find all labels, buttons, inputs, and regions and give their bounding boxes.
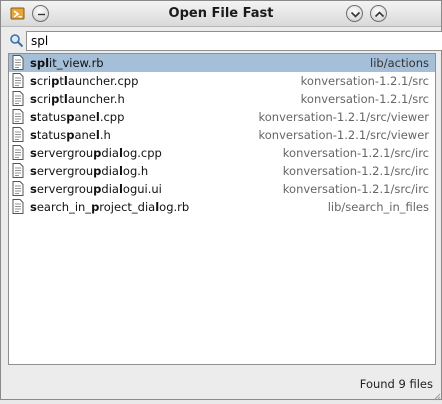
- search-icon: [9, 33, 24, 48]
- file-name: scriptlauncher.h: [30, 92, 125, 106]
- file-name: servergroupdialog.cpp: [30, 146, 162, 160]
- document-icon: [12, 91, 24, 106]
- file-path: konversation-1.2.1/src/irc: [282, 182, 429, 196]
- file-name: split_view.rb: [30, 56, 104, 70]
- status-text: Found 9 files: [359, 377, 433, 391]
- search-row: [9, 31, 442, 51]
- document-icon: [12, 109, 24, 124]
- minimize-icon[interactable]: [346, 5, 363, 22]
- file-result-row[interactable]: scriptlauncher.cpp konversation-1.2.1/src: [9, 72, 435, 90]
- resize-grip-icon[interactable]: [432, 390, 441, 401]
- file-result-row[interactable]: servergroupdialog.cpp konversation-1.2.1/…: [9, 144, 435, 162]
- document-icon: [12, 127, 24, 142]
- document-icon: [12, 199, 24, 214]
- document-icon: [12, 73, 24, 88]
- document-icon: [12, 55, 24, 70]
- file-name: servergroupdialog.h: [30, 164, 149, 178]
- file-name: scriptlauncher.cpp: [30, 74, 139, 88]
- file-path: konversation-1.2.1/src: [300, 74, 429, 88]
- file-path: konversation-1.2.1/src/irc: [282, 164, 429, 178]
- file-results-list[interactable]: split_view.rb lib/actions scriptlauncher.c…: [8, 53, 436, 365]
- file-result-row[interactable]: split_view.rb lib/actions: [9, 54, 435, 72]
- file-path: konversation-1.2.1/src: [300, 92, 429, 106]
- file-result-row[interactable]: servergroupdialog.h konversation-1.2.1/sr…: [9, 162, 435, 180]
- file-name: statuspanel.h: [30, 128, 111, 142]
- file-path: konversation-1.2.1/src/viewer: [258, 110, 429, 124]
- file-result-row[interactable]: statuspanel.h konversation-1.2.1/src/view…: [9, 126, 435, 144]
- open-file-fast-window: Open File Fast split_view.rblib/actionss…: [0, 0, 442, 401]
- search-input[interactable]: [26, 31, 442, 51]
- document-icon: [12, 145, 24, 160]
- title-bar[interactable]: Open File Fast: [1, 1, 441, 27]
- file-result-row[interactable]: servergroupdialogui.ui konversation-1.2.1…: [9, 180, 435, 198]
- file-result-row[interactable]: search_in_project_dialog.rb lib/search_in…: [9, 198, 435, 216]
- document-icon: [12, 163, 24, 178]
- file-path: lib/search_in_files: [327, 200, 429, 214]
- file-path: konversation-1.2.1/src/viewer: [258, 128, 429, 142]
- document-icon: [12, 181, 24, 196]
- file-name: search_in_project_dialog.rb: [30, 200, 190, 214]
- file-name: statuspanel.cpp: [30, 110, 125, 124]
- file-name: servergroupdialogui.ui: [30, 182, 162, 196]
- file-path: lib/actions: [370, 56, 429, 70]
- maximize-icon[interactable]: [370, 5, 387, 22]
- file-result-row[interactable]: scriptlauncher.h konversation-1.2.1/src: [9, 90, 435, 108]
- file-result-row[interactable]: statuspanel.cpp konversation-1.2.1/src/vi…: [9, 108, 435, 126]
- file-path: konversation-1.2.1/src/irc: [282, 146, 429, 160]
